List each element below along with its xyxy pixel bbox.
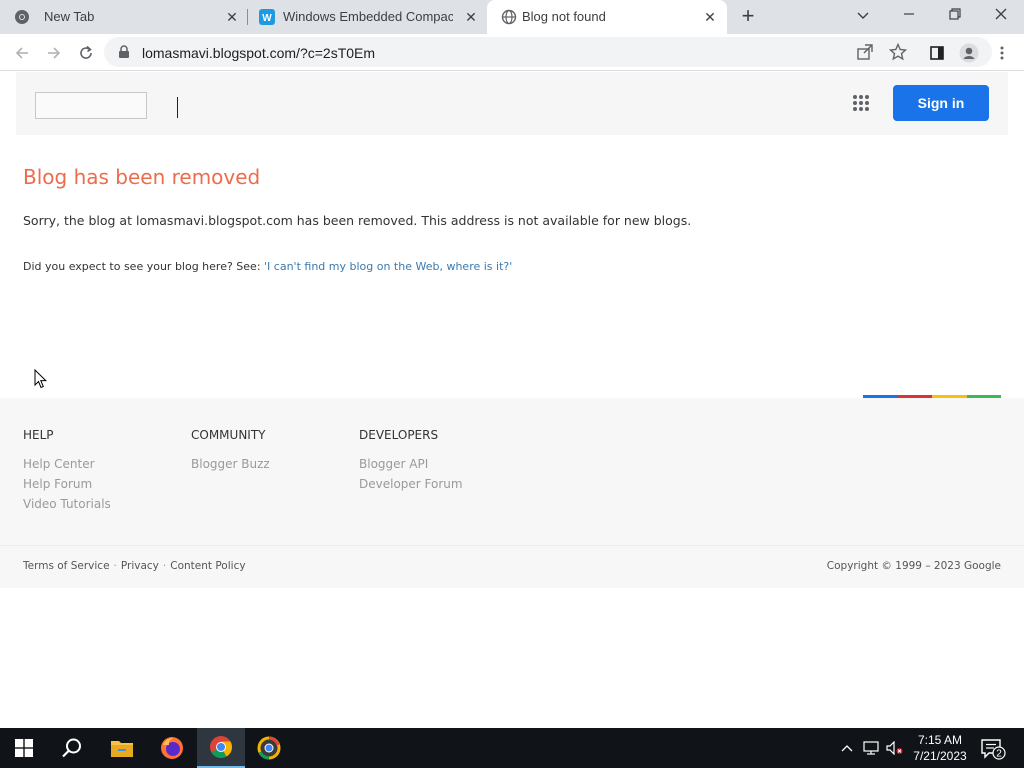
volume-muted-icon[interactable] <box>886 739 904 757</box>
privacy-link[interactable]: Privacy <box>121 560 159 572</box>
google-apps-grid-icon[interactable] <box>852 94 870 112</box>
lock-icon <box>119 45 129 58</box>
sign-in-button[interactable]: Sign in <box>893 85 989 121</box>
share-icon[interactable] <box>856 43 874 61</box>
footer-legal-links: Terms of Service · Privacy · Content Policy <box>23 560 246 572</box>
footer-link-help-center[interactable]: Help Center <box>23 456 111 476</box>
chrome-taskbar-icon[interactable] <box>197 728 245 768</box>
side-panel-icon[interactable] <box>924 40 950 66</box>
new-tab-plus-icon[interactable]: + <box>737 5 759 28</box>
tab-windows-embedded[interactable]: W Windows Embedded Compact 7 ✕ <box>248 0 486 34</box>
footer-link-video-tutorials[interactable]: Video Tutorials <box>23 496 111 516</box>
tab-title: New Tab <box>44 9 95 24</box>
address-bar[interactable]: lomasmavi.blogspot.com/?c=2sT0Em <box>104 37 992 67</box>
help-question: Did you expect to see your blog here? Se… <box>23 260 512 273</box>
removed-message: Sorry, the blog at lomasmavi.blogspot.co… <box>23 213 692 228</box>
mouse-cursor-icon <box>34 369 48 389</box>
tab-new-tab[interactable]: New Tab ✕ <box>0 0 246 34</box>
footer-heading: HELP <box>23 428 54 442</box>
footer-divider <box>0 545 1024 546</box>
bookmark-star-icon[interactable] <box>889 43 907 61</box>
minimize-icon[interactable] <box>897 5 921 29</box>
network-icon[interactable] <box>862 739 880 757</box>
profile-avatar-icon[interactable] <box>956 40 982 66</box>
close-window-icon[interactable] <box>989 5 1013 29</box>
clock-date: 7/21/2023 <box>913 749 967 763</box>
terms-of-service-link[interactable]: Terms of Service <box>23 560 110 572</box>
w-site-icon: W <box>259 9 275 25</box>
tab-close-icon[interactable]: ✕ <box>462 8 480 26</box>
tab-close-icon[interactable]: ✕ <box>223 8 241 26</box>
chrome-icon <box>15 10 29 24</box>
reload-icon[interactable] <box>73 40 99 66</box>
legal-separator: · <box>113 560 117 572</box>
browser-toolbar: lomasmavi.blogspot.com/?c=2sT0Em <box>0 34 1024 71</box>
page-title: Blog has been removed <box>23 165 261 189</box>
search-icon[interactable] <box>48 728 96 768</box>
restore-icon[interactable] <box>943 5 967 29</box>
content-policy-link[interactable]: Content Policy <box>170 560 245 572</box>
footer-link-developer-forum[interactable]: Developer Forum <box>359 476 463 496</box>
tab-blog-not-found[interactable]: Blog not found ✕ <box>487 0 727 34</box>
url-text[interactable]: lomasmavi.blogspot.com/?c=2sT0Em <box>142 45 375 61</box>
copyright-text: Copyright © 1999 – 2023 Google <box>826 560 1001 572</box>
back-arrow-icon[interactable] <box>9 40 35 66</box>
windows-taskbar: 7:15 AM 7/21/2023 2 <box>0 728 1024 768</box>
footer-link-help-forum[interactable]: Help Forum <box>23 476 111 496</box>
main-content: Blog has been removed Sorry, the blog at… <box>23 165 1003 273</box>
footer: HELP Help Center Help Forum Video Tutori… <box>0 398 1024 588</box>
system-clock[interactable]: 7:15 AM 7/21/2023 <box>905 732 975 764</box>
footer-column-help: HELP Help Center Help Forum Video Tutori… <box>23 428 111 516</box>
notification-count: 2 <box>996 749 1002 760</box>
clock-time: 7:15 AM <box>917 733 963 747</box>
firefox-icon[interactable] <box>148 728 196 768</box>
footer-link-blogger-buzz[interactable]: Blogger Buzz <box>191 456 270 476</box>
help-question-prefix: Did you expect to see your blog here? Se… <box>23 260 265 273</box>
text-caret <box>177 97 178 118</box>
chrome-canary-icon[interactable] <box>245 728 293 768</box>
forward-arrow-icon[interactable] <box>41 40 67 66</box>
footer-column-developers: DEVELOPERS Blogger API Developer Forum <box>359 428 463 496</box>
tab-title: Blog not found <box>522 9 606 24</box>
tab-search-chevron-icon[interactable] <box>851 5 875 29</box>
find-blog-help-link[interactable]: 'I can't find my blog on the Web, where … <box>264 260 512 273</box>
tab-title: Windows Embedded Compact 7 <box>283 9 453 24</box>
file-explorer-icon[interactable] <box>98 728 146 768</box>
legal-separator: · <box>162 560 167 572</box>
tray-chevron-up-icon[interactable] <box>838 739 856 757</box>
footer-link-blogger-api[interactable]: Blogger API <box>359 456 463 476</box>
action-center-notification-icon[interactable]: 2 <box>980 738 1006 760</box>
footer-heading: COMMUNITY <box>191 428 266 442</box>
svg-text:W: W <box>262 13 272 24</box>
start-windows-icon[interactable] <box>0 728 48 768</box>
browser-tab-strip: New Tab ✕ W Windows Embedded Compact 7 ✕… <box>0 0 1024 34</box>
footer-heading: DEVELOPERS <box>359 428 439 442</box>
blogger-header: Sign in <box>16 72 1008 135</box>
menu-kebab-icon[interactable] <box>989 40 1015 66</box>
footer-column-community: COMMUNITY Blogger Buzz <box>191 428 270 476</box>
globe-icon <box>501 9 517 25</box>
broken-logo-image[interactable] <box>35 92 147 119</box>
tab-close-icon[interactable]: ✕ <box>701 8 719 26</box>
